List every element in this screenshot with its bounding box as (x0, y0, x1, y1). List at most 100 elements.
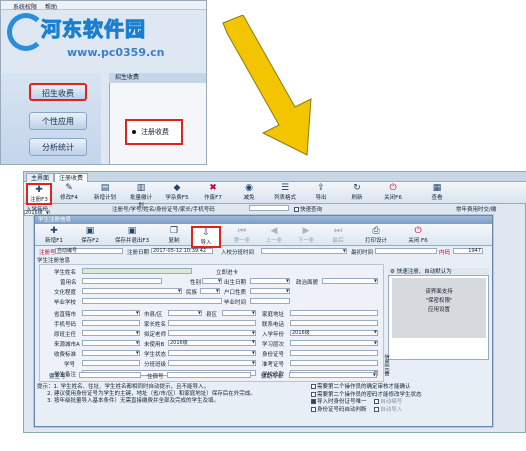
check-id-unique[interactable]: 导入时身份证号唯一 自动编号 (311, 399, 491, 407)
menu-snippet: 系统权限 帮助 河东软件园 www.pc0359.cn 招生收费 个性应用 分析… (0, 0, 207, 165)
view-icon: ▦ (432, 183, 442, 193)
nav-personal[interactable]: 个性应用 (29, 112, 87, 130)
options-checks: 需要第二个操作员的确定审核才能确认 需要第二个操作员的密码才能修改学生状态 导入… (311, 384, 491, 424)
hukou-label: 户口性质 (224, 290, 247, 296)
parent-input[interactable] (168, 320, 256, 326)
source-a-select[interactable] (82, 340, 140, 346)
first-record-button[interactable]: ⏮ 第一条 (225, 226, 259, 244)
check-auto-number[interactable]: 自动编号 (374, 399, 402, 405)
import-button[interactable]: ⇩ 导入 (191, 226, 221, 248)
gender-select[interactable] (202, 278, 222, 284)
register-fee-button[interactable]: 注册收费 (125, 119, 183, 145)
next-record-button[interactable]: ▶ 下一条 (289, 226, 323, 244)
nav-enrollment-fee[interactable]: 招生收费 (29, 83, 87, 101)
void-button[interactable]: ✖ 作废F7 (200, 183, 226, 201)
quick-register-header[interactable]: ⚙ 快速注册、自动默认为 (388, 268, 489, 276)
initial-time-input[interactable] (375, 248, 437, 254)
list-format-button[interactable]: ☰ 列表格式 (272, 183, 298, 201)
aux-major-select[interactable] (289, 372, 377, 378)
phone-input[interactable] (82, 320, 140, 326)
note-line-2: "保密权限" (425, 298, 453, 304)
unused-b-select[interactable]: 2016级 (168, 340, 256, 346)
check-second-password[interactable]: 需要第二个操作员的密码才能修改学生状态 (311, 391, 491, 400)
contact-input[interactable] (290, 320, 378, 326)
register-f3-button[interactable]: ✚ 注册F3 (26, 183, 52, 205)
class-time-select[interactable] (261, 248, 347, 254)
fee-standard-select[interactable] (82, 350, 140, 356)
exam-no-label: 准考证号 (262, 362, 285, 368)
culture-select[interactable] (82, 288, 182, 294)
seq-input[interactable]: 1947 (453, 248, 483, 254)
study-level-label: 学习层次 (262, 342, 285, 348)
reg-no-input[interactable]: 自动编号 (55, 248, 123, 254)
copy-button[interactable]: ❐ 复制 (157, 226, 191, 244)
idcard-input[interactable] (290, 350, 378, 356)
tab-home[interactable]: 主界面 (26, 173, 55, 182)
address-label: 家庭地址 (262, 312, 285, 318)
birth-select[interactable] (250, 278, 290, 284)
check-id-auto[interactable]: 身份证号码自动判断 自动导入 (311, 406, 491, 415)
name-input[interactable] (82, 268, 192, 274)
view-button[interactable]: ▦ 查看 (424, 183, 450, 201)
batch-icon: ▥ (136, 183, 146, 193)
address-input[interactable] (290, 310, 378, 316)
save-exit-icon: ▣ (127, 226, 137, 236)
assigned-class-select[interactable] (168, 360, 256, 366)
menu-item-perm[interactable]: 系统权限 (13, 2, 37, 11)
dialog-close-button[interactable]: ⏻ 关闭 F6 (401, 226, 435, 244)
snippet-menubar: 系统权限 帮助 (1, 1, 206, 11)
student-status-select[interactable] (168, 350, 256, 356)
save-f2-button[interactable]: ▣ 保存F2 (73, 226, 107, 244)
student-no-input[interactable] (82, 360, 140, 366)
aux-major-label: 辅助专业 (261, 374, 284, 380)
save-exit-button[interactable]: ▣ 保存并退出F3 (111, 226, 153, 244)
close-f6-button[interactable]: ⏻ 关闭F6 (380, 183, 406, 201)
search-input[interactable] (249, 205, 289, 211)
print-design-button[interactable]: ⎙ 打印设计 (359, 226, 393, 244)
year-select[interactable]: 2016级 (290, 330, 378, 336)
edit-f4-button[interactable]: ✎ 修改F4 (56, 183, 82, 201)
grad-school-input[interactable] (82, 298, 222, 304)
city-select[interactable] (168, 310, 202, 316)
study-level-select[interactable] (290, 340, 378, 346)
check-auto-import[interactable]: 自动导入 (374, 406, 402, 413)
new-f1-button[interactable]: ✚ 新增F1 (37, 226, 71, 244)
misc-fee-button[interactable]: ◆ 学杂费F5 (164, 183, 190, 201)
fee-icon: ◆ (173, 183, 181, 193)
export-button[interactable]: ⇪ 导出 (308, 183, 334, 201)
dorm-input[interactable] (79, 372, 141, 378)
homeroom-select[interactable] (82, 330, 140, 336)
reg-date-input[interactable]: 2017-05-12 10:39:42 (151, 248, 213, 254)
nation-select[interactable] (200, 288, 220, 294)
reduce-button[interactable]: ◉ 减免 (236, 183, 262, 201)
note-line-1: 该界面支持 (425, 289, 453, 295)
new-plan-button[interactable]: ▤ 新增计划 (92, 183, 118, 201)
nav-statistics[interactable]: 分析统计 (29, 138, 87, 156)
bed-input[interactable] (167, 372, 251, 378)
seq-label: 内码 (439, 250, 451, 256)
student-status-label: 学生状态 (144, 352, 167, 358)
prev-record-button[interactable]: ◀ 上一条 (257, 226, 291, 244)
menu-item-help[interactable]: 帮助 (45, 2, 57, 11)
check-second-operator[interactable]: 需要第二个操作员的确定审核才能确认 (311, 384, 491, 392)
tip-line-2: 2. 建议使用身份证号为学生的主键，地址（省/市/区）和家庭地址）保存后在外完成… (47, 391, 256, 397)
province-select[interactable] (82, 310, 140, 316)
exam-no-input[interactable] (290, 360, 378, 366)
fast-query-checkbox[interactable]: 快速查询 (294, 205, 322, 213)
dialog-toolbar: ✚ 新增F1 ▣ 保存F2 ▣ 保存并退出F3 ❐ 复制 ⇩ 导入 ⏮ 第一条 ◀ 上一条 ▶… (35, 224, 492, 248)
bed-label: 住宿号 (147, 374, 164, 380)
vertical-label: 信息完善 (383, 354, 389, 376)
county-select[interactable] (222, 310, 256, 316)
last-record-button[interactable]: ⏭ 最后 (321, 226, 355, 244)
hukou-select[interactable] (250, 288, 290, 294)
tab-register[interactable]: 注册收费 (54, 173, 89, 182)
source-a-label: 来源城市A (54, 342, 80, 348)
refresh-button[interactable]: ↻ 刷新 (344, 183, 370, 201)
grad-time-input[interactable] (250, 298, 290, 304)
teacher-select[interactable] (168, 330, 256, 336)
tip-line-1: 提示：1. 学生姓名、住址、学生姓名都相同时自动提示，且不能导入。 (37, 384, 209, 390)
grad-time-label: 毕业时间 (224, 300, 247, 306)
former-name-input[interactable] (82, 278, 162, 284)
politics-select[interactable] (322, 278, 378, 284)
initial-time-label: 最初时间 (351, 250, 374, 256)
